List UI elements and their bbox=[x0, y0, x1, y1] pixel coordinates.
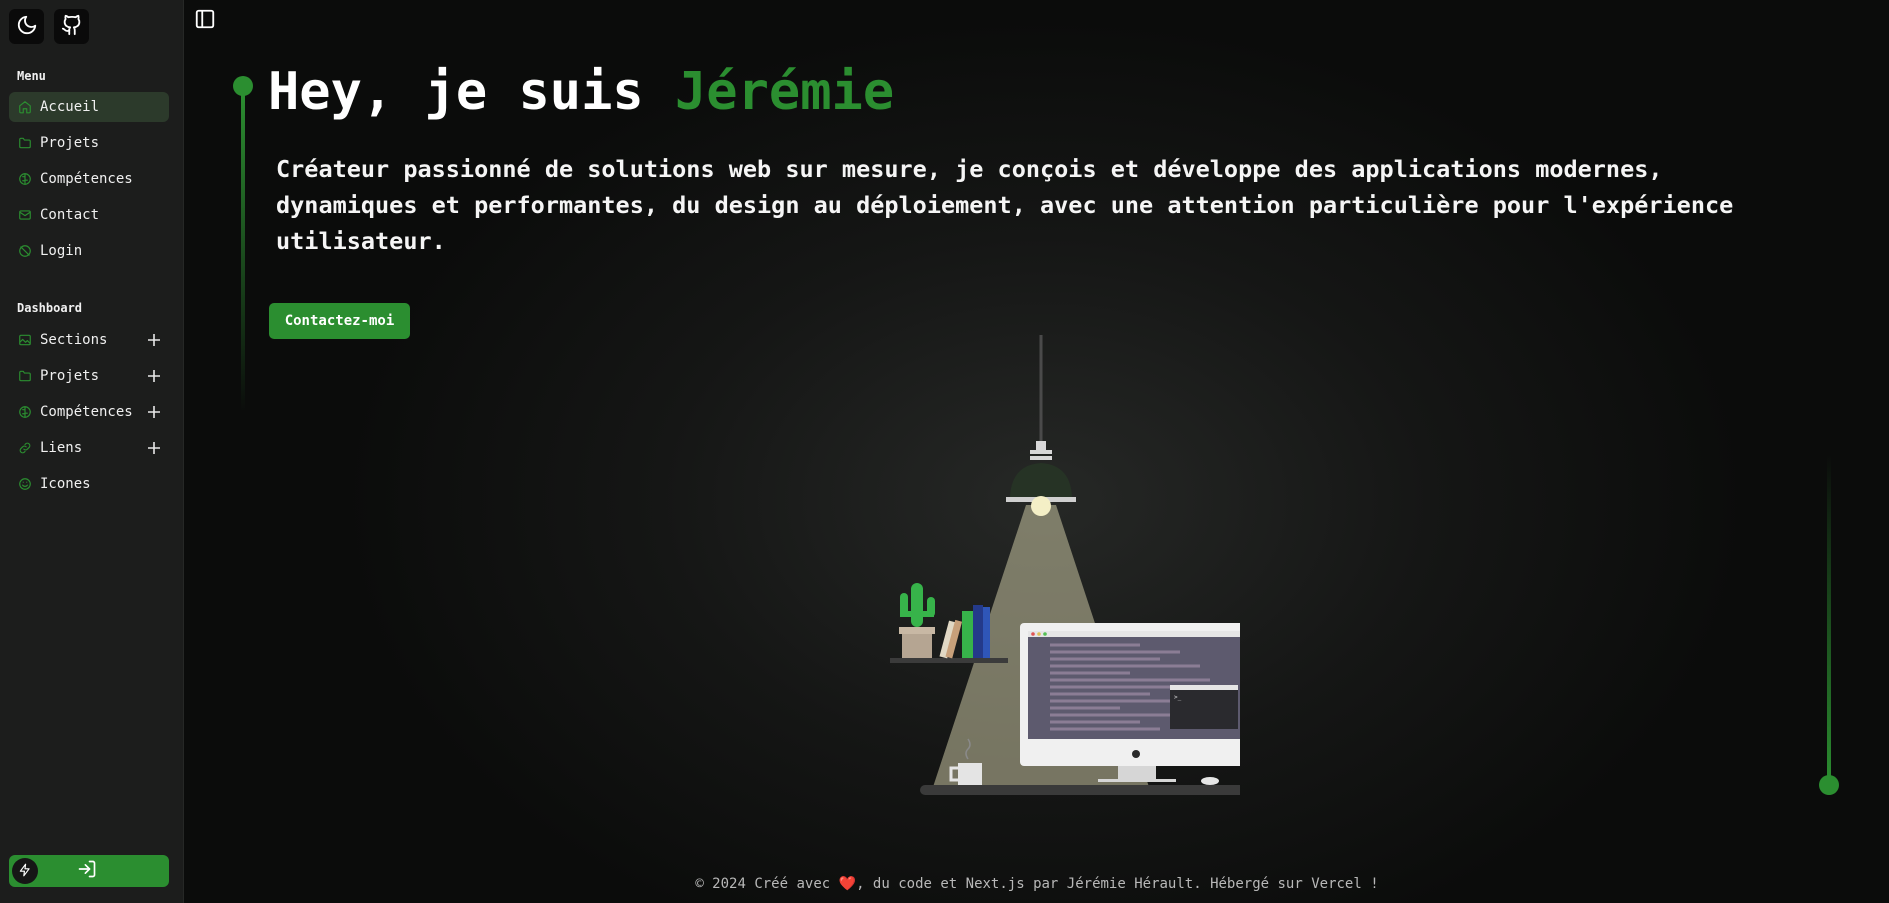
add-skill-plus-icon[interactable] bbox=[146, 404, 162, 420]
sidebar-item-contact[interactable]: Contact bbox=[9, 200, 169, 230]
heart-icon: ❤️ bbox=[838, 876, 857, 892]
sidebar-item-dashboard-projets[interactable]: Projets bbox=[9, 361, 169, 391]
books bbox=[939, 605, 990, 659]
timeline-right-dot bbox=[1819, 775, 1839, 795]
bolt-icon bbox=[18, 862, 32, 881]
sidebar-item-label: Icones bbox=[40, 476, 91, 492]
sidebar-item-login[interactable]: Login bbox=[9, 236, 169, 266]
sidebar: Menu Accueil Projets Compétences Contact bbox=[0, 0, 184, 903]
theme-toggle-button[interactable] bbox=[9, 9, 44, 44]
moon-icon bbox=[16, 14, 38, 40]
github-button[interactable] bbox=[54, 9, 89, 44]
dashboard-group-title: Dashboard bbox=[17, 301, 83, 315]
sidebar-item-projets[interactable]: Projets bbox=[9, 128, 169, 158]
panel-left-icon bbox=[194, 8, 216, 34]
workspace-illustration: >_ bbox=[890, 335, 1240, 795]
desk bbox=[920, 785, 1240, 795]
cactus bbox=[899, 583, 935, 658]
hero-title: Hey, je suis Jérémie bbox=[268, 62, 894, 122]
main-menu: Accueil Projets Compétences Contact Logi… bbox=[9, 92, 169, 272]
add-project-plus-icon[interactable] bbox=[146, 368, 162, 384]
sidebar-item-label: Projets bbox=[40, 135, 100, 151]
main-content: Hey, je suis Jérémie Créateur passionné … bbox=[185, 0, 1889, 903]
github-icon bbox=[61, 14, 83, 40]
home-icon bbox=[18, 100, 32, 114]
timeline-right-line bbox=[1827, 455, 1831, 785]
sidebar-item-icones[interactable]: Icones bbox=[9, 469, 169, 499]
sidebar-item-dashboard-competences[interactable]: Compétences bbox=[9, 397, 169, 427]
monitor: >_ bbox=[1020, 623, 1240, 782]
sidebar-item-competences[interactable]: Compétences bbox=[9, 164, 169, 194]
shelf bbox=[890, 658, 1008, 663]
logout-icon bbox=[77, 859, 97, 883]
logout-button[interactable] bbox=[77, 859, 97, 883]
contact-button[interactable]: Contactez-moi bbox=[269, 303, 410, 339]
sidebar-item-liens[interactable]: Liens bbox=[9, 433, 169, 463]
sidebar-item-label: Login bbox=[40, 243, 83, 259]
timeline-left-dot bbox=[233, 76, 253, 96]
footer-text-end: , du code et Next.js par Jérémie Hérault… bbox=[856, 876, 1379, 892]
menu-group-title: Menu bbox=[17, 69, 46, 83]
mail-icon bbox=[18, 208, 32, 222]
mouse bbox=[1201, 777, 1219, 785]
hero-title-name: Jérémie bbox=[675, 62, 895, 122]
sidebar-item-label: Sections bbox=[40, 332, 108, 348]
footer-text-start: © 2024 Créé avec bbox=[695, 876, 831, 892]
link-icon bbox=[18, 441, 32, 455]
sidebar-item-label: Accueil bbox=[40, 99, 100, 115]
add-section-plus-icon[interactable] bbox=[146, 332, 162, 348]
svg-text:>_: >_ bbox=[1174, 694, 1182, 701]
dashboard-menu: Sections Projets Compétences Liens Icone… bbox=[9, 325, 169, 505]
sidebar-top-actions bbox=[9, 9, 89, 44]
smile-icon bbox=[18, 477, 32, 491]
quick-action-button[interactable] bbox=[12, 858, 38, 884]
lamp bbox=[1006, 441, 1076, 516]
hero-description: Créateur passionné de solutions web sur … bbox=[276, 155, 1734, 255]
hero-title-prefix: Hey, je suis bbox=[268, 62, 644, 122]
sidebar-item-label: Compétences bbox=[40, 171, 133, 187]
sidebar-item-label: Compétences bbox=[40, 404, 133, 420]
timeline-left-line bbox=[241, 92, 245, 412]
image-icon bbox=[18, 333, 32, 347]
sidebar-item-label: Projets bbox=[40, 368, 100, 384]
sidebar-footer-bar bbox=[9, 855, 169, 887]
brain-icon bbox=[18, 172, 32, 186]
login-icon bbox=[18, 244, 32, 258]
folder-icon bbox=[18, 136, 32, 150]
add-link-plus-icon[interactable] bbox=[146, 440, 162, 456]
sidebar-item-label: Contact bbox=[40, 207, 100, 223]
sidebar-item-accueil[interactable]: Accueil bbox=[9, 92, 169, 122]
sidebar-item-label: Liens bbox=[40, 440, 83, 456]
brain-icon bbox=[18, 405, 32, 419]
sidebar-item-sections[interactable]: Sections bbox=[9, 325, 169, 355]
footer: © 2024 Créé avec ❤️, du code et Next.js … bbox=[185, 876, 1889, 892]
sidebar-toggle-button[interactable] bbox=[193, 9, 217, 33]
folder-icon bbox=[18, 369, 32, 383]
